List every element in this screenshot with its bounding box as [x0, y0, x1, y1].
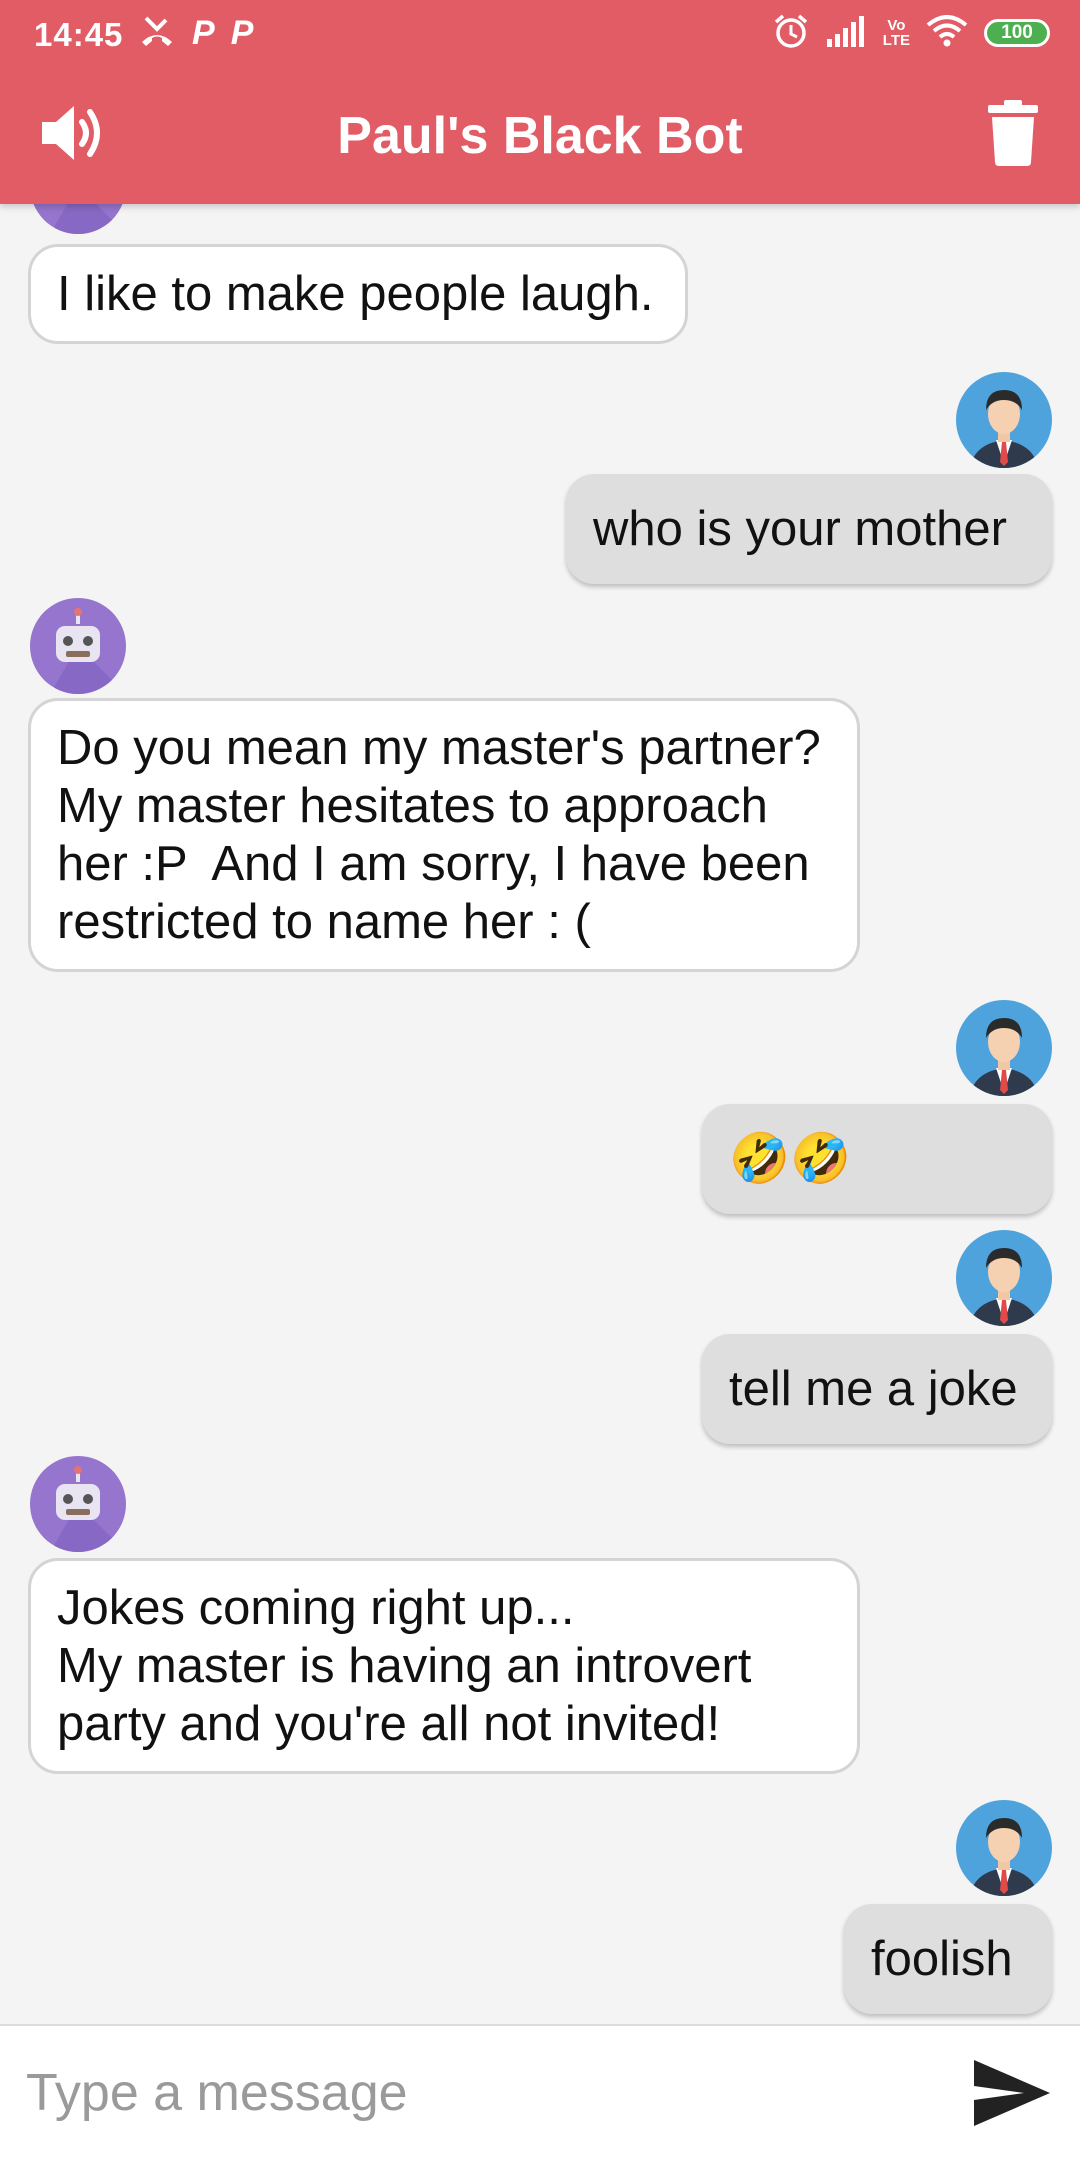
wifi-icon — [926, 14, 968, 52]
app-title: Paul's Black Bot — [337, 107, 743, 165]
user-message-bubble: foolish — [844, 1904, 1052, 2014]
battery-indicator: 100 — [984, 19, 1050, 47]
bot-message-bubble: Jokes coming right up... My master is ha… — [28, 1558, 860, 1774]
message-text: Do you mean my master's partner? — [57, 721, 821, 775]
send-button[interactable] — [972, 2058, 1052, 2128]
message-text: her :P And I am sorry, I have been — [57, 837, 810, 891]
app-header: 14:45 P P Vo LTE 100 Paul's Black Bot — [0, 0, 1080, 204]
message-text: 🤣🤣 — [729, 1132, 852, 1186]
clear-chat-button[interactable] — [986, 100, 1040, 166]
user-message-bubble: tell me a joke — [702, 1334, 1052, 1444]
message-text: who is your mother — [593, 502, 1007, 556]
user-avatar — [956, 1230, 1052, 1326]
user-avatar — [956, 1000, 1052, 1096]
user-message-bubble: who is your mother — [566, 474, 1052, 584]
send-icon — [972, 2060, 1052, 2132]
status-right-icons: Vo LTE 100 — [773, 14, 1050, 52]
missed-call-icon — [138, 14, 176, 53]
message-input[interactable] — [26, 2050, 926, 2136]
message-text: Jokes coming right up... — [57, 1581, 575, 1635]
app-bar: Paul's Black Bot — [0, 66, 1080, 204]
message-text: tell me a joke — [729, 1362, 1018, 1416]
message-text: My master is having an introvert — [57, 1639, 752, 1693]
bot-avatar — [30, 204, 126, 234]
bot-message-bubble: I like to make people laugh. — [28, 244, 688, 344]
status-time: 14:45 — [34, 16, 124, 53]
p-app-icon: P — [192, 14, 215, 52]
volte-icon: Vo LTE — [882, 17, 910, 49]
message-text: My master hesitates to approach — [57, 779, 768, 833]
bot-avatar — [30, 598, 126, 694]
message-text: I like to make people laugh. — [57, 267, 654, 321]
message-text: restricted to name her : ( — [57, 895, 591, 949]
bot-message-bubble: Do you mean my master's partner? My mast… — [28, 698, 860, 972]
trash-icon — [986, 100, 1040, 170]
message-text: party and you're all not invited! — [57, 1697, 721, 1751]
bot-avatar — [30, 1456, 126, 1552]
user-avatar — [956, 372, 1052, 468]
user-avatar — [956, 1800, 1052, 1896]
message-input-bar — [0, 2024, 1080, 2160]
alarm-icon — [773, 13, 809, 54]
notification-icons: P P — [138, 14, 253, 52]
signal-icon — [825, 15, 867, 52]
user-message-bubble: 🤣🤣 — [702, 1104, 1052, 1214]
p-app-icon: P — [230, 14, 254, 52]
chat-messages[interactable]: I like to make people laugh. who is your… — [0, 204, 1080, 2024]
status-bar: 14:45 P P Vo LTE 100 — [0, 0, 1080, 66]
message-text: foolish — [871, 1932, 1013, 1986]
